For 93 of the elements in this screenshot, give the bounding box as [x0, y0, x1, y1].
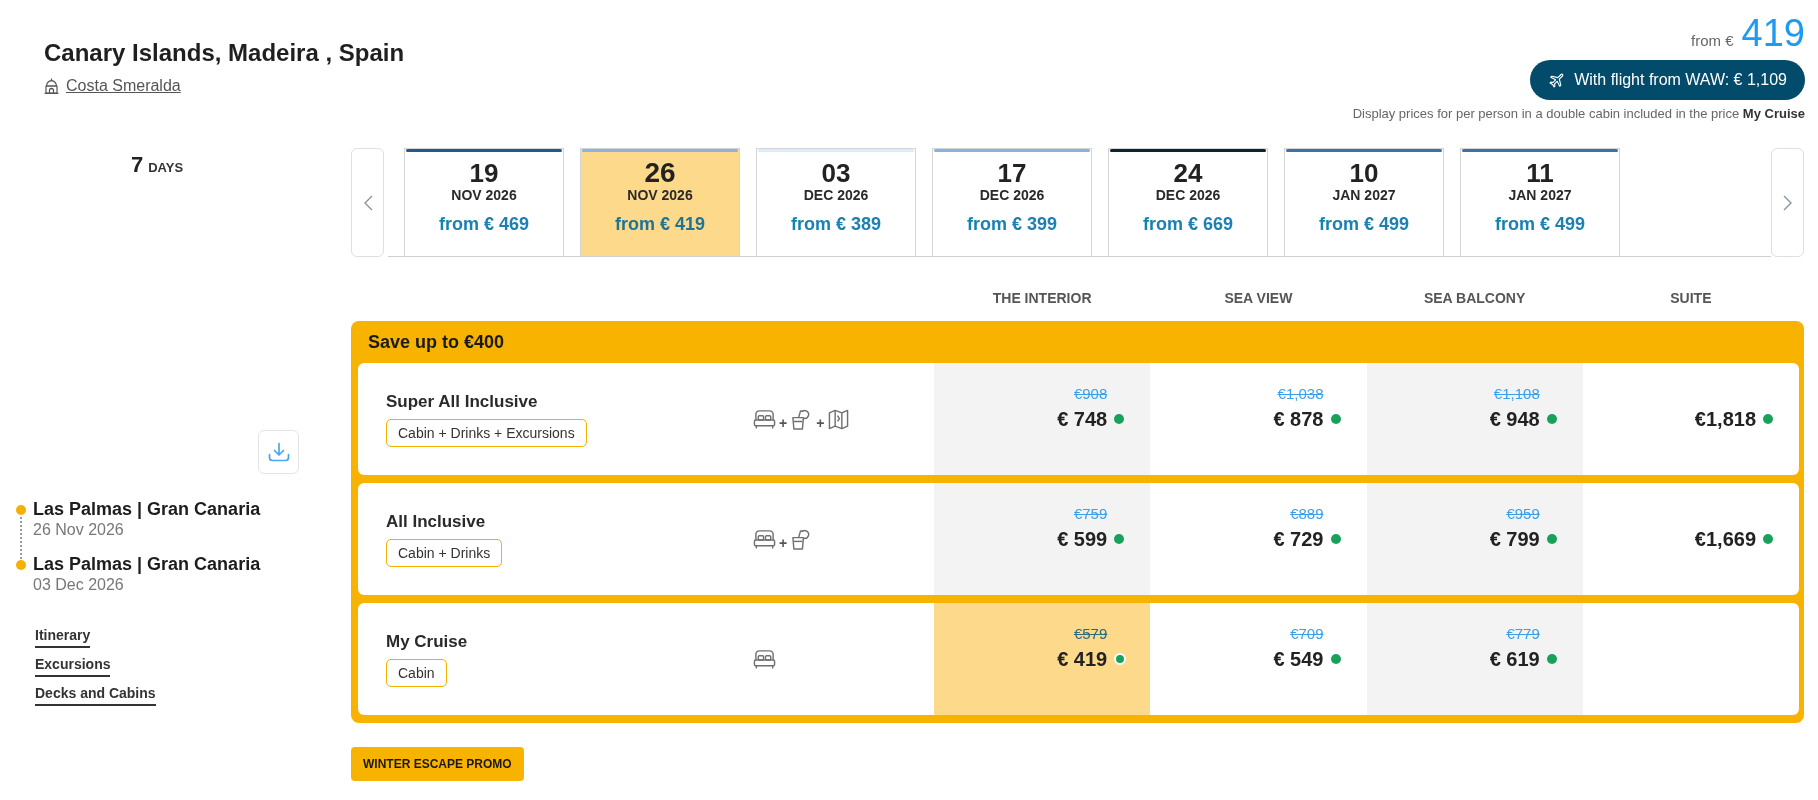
offer-title: Save up to €400: [367, 331, 506, 354]
next-button[interactable]: [1771, 148, 1804, 257]
header-price: 419: [1741, 14, 1805, 52]
plus-sign: +: [779, 415, 788, 431]
download-icon: [267, 442, 290, 462]
price: € 729: [1273, 527, 1324, 551]
sidebar-link[interactable]: Excursions: [35, 654, 111, 677]
price: € 419: [1057, 647, 1108, 671]
inclusion-tag: Cabin + Drinks: [386, 539, 503, 567]
old-price: €1,038: [1277, 385, 1324, 403]
column-header: SUITE: [1669, 289, 1713, 307]
port-name: Las Palmas | Gran Canaria: [33, 498, 261, 520]
price: € 619: [1489, 647, 1540, 671]
status-dot-icon: [1763, 534, 1773, 544]
price: € 948: [1489, 407, 1540, 431]
port-name: Las Palmas | Gran Canaria: [33, 553, 261, 575]
price-cell[interactable]: €1,038 € 878: [1150, 363, 1367, 475]
status-dot-icon: [1330, 654, 1341, 664]
price: € 549: [1273, 647, 1324, 671]
port-date: 03 Dec 2026: [33, 575, 125, 595]
price-cell[interactable]: €779 € 619: [1366, 603, 1583, 715]
package-name: My Cruise: [386, 631, 468, 653]
date-tab[interactable]: 03 DEC 2026 from € 389: [756, 148, 916, 256]
date-tab[interactable]: 26 NOV 2026 from € 419: [580, 148, 740, 256]
old-price: €759: [1073, 505, 1108, 523]
price-cell[interactable]: €959 € 799: [1366, 483, 1583, 595]
price-cell[interactable]: €1,818: [1582, 363, 1799, 475]
download-button[interactable]: [258, 430, 299, 474]
sidebar-link[interactable]: Itinerary: [35, 625, 91, 648]
bed-icon: [753, 408, 776, 430]
ship-link[interactable]: Costa Smeralda: [44, 76, 181, 96]
inclusion-tag: Cabin: [386, 659, 447, 687]
plus-sign: +: [779, 535, 788, 551]
duration-value: 7: [130, 152, 144, 178]
status-dot-icon: [1763, 414, 1773, 424]
price: € 878: [1273, 407, 1324, 431]
previous-button[interactable]: [351, 148, 384, 257]
column-header: SEA BALCONY: [1422, 289, 1527, 307]
status-dot-icon: [1330, 414, 1341, 424]
price-cell[interactable]: €889 € 729: [1150, 483, 1367, 595]
inclusion-tag: Cabin + Drinks + Excursions: [386, 419, 587, 447]
building-icon: [44, 78, 59, 94]
price: €1,818: [1694, 407, 1756, 431]
plus-sign: +: [816, 415, 825, 431]
price: € 799: [1489, 527, 1540, 551]
cruise-title: Canary Islands, Madeira , Spain: [44, 38, 405, 68]
chevron-right-icon: [1782, 194, 1793, 211]
status-dot-icon: [1114, 653, 1127, 665]
date-tab[interactable]: 24 DEC 2026 from € 669: [1108, 148, 1268, 256]
status-dot-icon: [1330, 534, 1341, 544]
price-cell[interactable]: €1,669: [1582, 483, 1799, 595]
old-price: €779: [1506, 625, 1540, 643]
bed-icon: [753, 648, 776, 670]
price-cell[interactable]: €759 € 599: [934, 483, 1151, 595]
date-tab[interactable]: 19 NOV 2026 from € 469: [404, 148, 564, 256]
price: € 748: [1057, 407, 1108, 431]
promo-tag: WINTER ESCAPE PROMO: [351, 747, 524, 781]
status-dot-icon: [1546, 534, 1557, 544]
old-price: €908: [1073, 385, 1108, 403]
price-cell[interactable]: €579 € 419: [934, 603, 1151, 715]
price-cell[interactable]: €1,108 € 948: [1366, 363, 1583, 475]
package-name: All Inclusive: [386, 511, 486, 533]
route-connector-line: [20, 517, 22, 559]
status-dot-icon: [1546, 414, 1557, 424]
sidebar-link[interactable]: Decks and Cabins: [35, 683, 156, 706]
status-dot-icon: [1114, 414, 1125, 424]
package-name: Super All Inclusive: [386, 391, 538, 413]
column-header: THE INTERIOR: [991, 289, 1093, 307]
old-price: €579: [1073, 625, 1108, 643]
date-tab[interactable]: 17 DEC 2026 from € 399: [932, 148, 1092, 256]
date-tab[interactable]: 11 JAN 2027 from € 499: [1460, 148, 1620, 256]
price: €1,669: [1694, 527, 1756, 551]
flight-price-button[interactable]: With flight from WAW: € 1,109: [1530, 60, 1805, 100]
duration-unit: DAYS: [148, 159, 184, 177]
port-date: 26 Nov 2026: [33, 520, 125, 540]
status-dot-icon: [1114, 534, 1125, 544]
status-dot-icon: [1546, 654, 1557, 664]
price-prefix: from €: [1691, 32, 1734, 49]
price: € 599: [1057, 527, 1108, 551]
chevron-left-icon: [362, 194, 373, 211]
old-price: €959: [1506, 505, 1540, 523]
column-header: SEA VIEW: [1223, 289, 1294, 307]
price-cell[interactable]: €908 € 748: [934, 363, 1151, 475]
old-price: €1,108: [1493, 385, 1540, 403]
price-note: Display prices for per person in a double cabin included in the price My Cruise: [1352, 106, 1805, 121]
route-dot-icon: [16, 505, 26, 515]
date-tab[interactable]: 10 JAN 2027 from € 499: [1284, 148, 1444, 256]
old-price: €889: [1290, 505, 1324, 523]
map-icon: [827, 408, 851, 430]
route-dot-icon: [16, 560, 26, 570]
price-cell[interactable]: €709 € 549: [1150, 603, 1367, 715]
old-price: €709: [1290, 625, 1324, 643]
bed-icon: [753, 528, 776, 550]
